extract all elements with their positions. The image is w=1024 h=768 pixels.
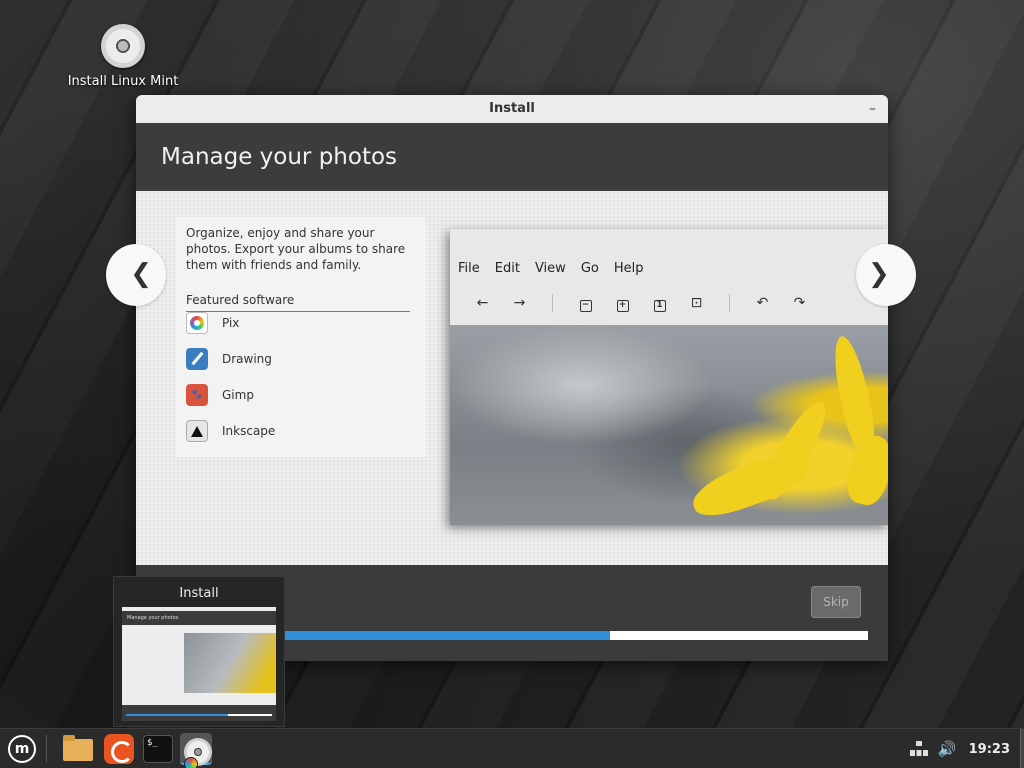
previous-slide-button[interactable]: ❮ <box>106 244 166 306</box>
screenshot-menu-edit: Edit <box>494 261 520 276</box>
inkscape-icon <box>186 420 208 442</box>
zoom-out-icon: − <box>567 295 604 312</box>
skip-button[interactable]: Skip <box>811 586 861 618</box>
screenshot-menubar: File Edit View Go Help <box>458 261 658 276</box>
bottom-panel: m $_ 🔊 19:23 <box>0 728 1024 768</box>
rotate-left-icon: ↶ <box>756 295 769 311</box>
terminal-icon: $_ <box>143 735 173 763</box>
slide-description: Organize, enjoy and share your photos. E… <box>186 226 406 272</box>
toolbar-separator <box>729 294 730 312</box>
rotate-right-icon: ↷ <box>793 295 806 311</box>
screenshot-toolbar: ← → − + 1 ⊡ ↶ ↷ <box>464 294 818 312</box>
volume-icon[interactable]: 🔊 <box>938 740 957 758</box>
app-label: Drawing <box>222 352 272 366</box>
featured-app-pix: Pix <box>186 311 239 335</box>
slide-header: Manage your photos <box>136 123 888 191</box>
back-arrow-icon: ← <box>476 295 489 311</box>
terminal-launcher[interactable]: $_ <box>142 733 174 765</box>
description-panel: Organize, enjoy and share your photos. E… <box>176 217 426 457</box>
window-thumbnail-popup[interactable]: Install Manage your photos <box>113 576 285 727</box>
files-launcher[interactable] <box>62 733 94 765</box>
lily-photo <box>450 325 888 525</box>
window-title: Install <box>489 101 535 116</box>
folder-icon <box>63 735 93 761</box>
screenshot-menu-view: View <box>534 261 566 276</box>
screenshot-menu-help: Help <box>613 261 644 276</box>
toolbar-separator <box>552 294 553 312</box>
featured-app-inkscape: Inkscape <box>186 419 275 443</box>
thumbnail-preview[interactable]: Manage your photos <box>122 607 276 721</box>
system-tray: 🔊 19:23 <box>909 729 1024 768</box>
gimp-icon: 🐾 <box>186 384 208 406</box>
featured-app-drawing: Drawing <box>186 347 272 371</box>
linux-mint-logo-icon: m <box>8 735 36 763</box>
pix-icon <box>186 312 208 334</box>
firefox-icon <box>104 734 134 764</box>
install-linux-mint-desktop-icon[interactable]: Install Linux Mint <box>64 24 182 89</box>
slideshow-slide: Organize, enjoy and share your photos. E… <box>136 191 888 565</box>
drawing-icon <box>186 348 208 370</box>
show-desktop-button[interactable] <box>1020 729 1024 768</box>
app-label: Pix <box>222 316 240 330</box>
installer-badge-icon <box>184 757 198 768</box>
disc-icon <box>101 24 145 68</box>
network-icon[interactable] <box>909 741 928 757</box>
firefox-launcher[interactable] <box>103 733 135 765</box>
forward-arrow-icon: → <box>513 295 526 311</box>
desktop-icon-label: Install Linux Mint <box>67 74 179 89</box>
panel-separator <box>46 735 47 763</box>
minimize-button[interactable]: – <box>869 95 876 123</box>
featured-app-gimp: 🐾 Gimp <box>186 383 254 407</box>
screenshot-menu-go: Go <box>580 261 599 276</box>
featured-software-title: Featured software <box>186 293 410 312</box>
chevron-right-icon: ❯ <box>868 259 890 289</box>
menu-button[interactable]: m <box>6 733 38 765</box>
fit-icon: ⊡ <box>690 295 703 311</box>
zoom-in-icon: + <box>604 295 641 312</box>
app-label: Inkscape <box>222 424 276 438</box>
thumbnail-title: Install <box>179 586 219 601</box>
actual-size-icon: 1 <box>641 295 678 312</box>
app-label: Gimp <box>222 388 254 402</box>
install-taskbar-button[interactable] <box>180 733 212 768</box>
pix-screenshot: File Edit View Go Help ← → − + 1 ⊡ ↶ ↷ <box>450 229 888 525</box>
screenshot-menu-file: File <box>458 261 480 276</box>
next-slide-button[interactable]: ❯ <box>856 244 916 306</box>
thumbnail-header: Manage your photos <box>127 615 179 621</box>
clock[interactable]: 19:23 <box>969 742 1010 757</box>
window-titlebar[interactable]: Install – <box>136 95 888 123</box>
chevron-left-icon: ❮ <box>130 259 152 289</box>
